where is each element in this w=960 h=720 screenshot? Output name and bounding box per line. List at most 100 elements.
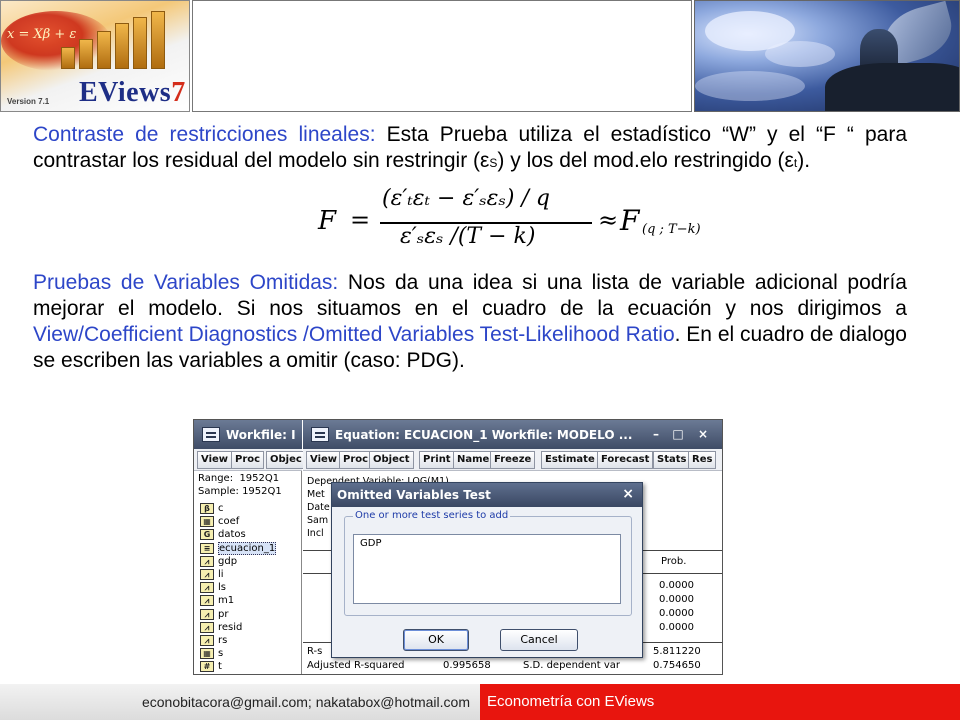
- wf-item-c[interactable]: βc: [198, 502, 302, 515]
- eviews-screenshot: Workfile: I View Proc Objec Range: 1952Q…: [193, 419, 723, 675]
- eq-included-partial: Incl: [307, 528, 324, 539]
- prob-value: 0.0000: [659, 622, 694, 633]
- wf-view-button[interactable]: View: [197, 451, 233, 469]
- vector-icon: ▦: [200, 516, 214, 528]
- close-icon[interactable]: ×: [694, 426, 712, 442]
- footer-course-title: Econometría con EViews: [480, 684, 960, 720]
- paragraph-omitted-variables: Pruebas de Variables Omitidas: Nos da un…: [33, 270, 907, 374]
- workfile-range-sample: Range: 1952Q1 Sample: 1952Q1: [198, 473, 282, 497]
- scalar-icon: #: [200, 661, 214, 673]
- wf-item-datos[interactable]: Gdatos: [198, 528, 302, 541]
- equation-window-icon: [311, 427, 329, 442]
- sd-dependent-value: 0.754650: [653, 660, 701, 671]
- eq-proc-button[interactable]: Proc: [339, 451, 373, 469]
- dialog-titlebar[interactable]: Omitted Variables Test ×: [332, 483, 642, 507]
- eq-sample-partial: Sam: [307, 515, 329, 526]
- formula-approx: ≈: [598, 206, 619, 234]
- header-blank-panel: [192, 0, 692, 112]
- coef-beta-icon: β: [200, 503, 214, 514]
- ok-button[interactable]: OK: [403, 629, 469, 651]
- eq-name-button[interactable]: Name: [453, 451, 494, 469]
- logo-version: Version 7.1: [7, 97, 50, 106]
- eq-forecast-button[interactable]: Forecast: [597, 451, 654, 469]
- prob-value: 0.0000: [659, 580, 694, 591]
- wf-item-pr[interactable]: ⩘ pr: [198, 608, 302, 621]
- wf-item-rs[interactable]: ⩘ rs: [198, 634, 302, 647]
- adj-rsq-value: 0.995658: [443, 660, 491, 671]
- cancel-button[interactable]: Cancel: [500, 629, 578, 651]
- formula-equals: =: [350, 206, 371, 234]
- workfile-title: Workfile: I: [226, 428, 296, 442]
- rsq-label: R-s: [307, 646, 323, 657]
- series-icon: ⩘: [200, 595, 214, 607]
- prob-header: Prob.: [661, 556, 687, 567]
- formula-lhs: F: [318, 206, 337, 236]
- test-series-label: One or more test series to add: [353, 510, 511, 521]
- formula-rhs-subscript: (q ; T−k): [642, 222, 701, 237]
- adj-rsq-label: Adjusted R-squared: [307, 660, 405, 671]
- wf-item-ecuacion-1[interactable]: ≡ ecuacion_1: [198, 541, 302, 555]
- equation-toolbar: View Proc Object Print Name Freeze Estim…: [303, 449, 722, 471]
- paragraph1-body-b: ) y los del mod.elo restringido (ε: [497, 149, 794, 172]
- logo-bars: [61, 9, 181, 69]
- eq-estimate-button[interactable]: Estimate: [541, 451, 599, 469]
- formula-numerator: (ε′ₜεₜ − ε′ₛεₛ) / q: [382, 186, 550, 211]
- rock-silhouette: [825, 63, 959, 111]
- dialog-close-icon[interactable]: ×: [622, 486, 634, 502]
- test-series-input[interactable]: GDP: [353, 534, 621, 604]
- wf-item-s[interactable]: ▦ s: [198, 647, 302, 660]
- wf-item-resid[interactable]: ⩘ resid: [198, 621, 302, 634]
- footer-emails: econobitacora@gmail.com; nakatabox@hotma…: [0, 684, 480, 720]
- eq-stats-button[interactable]: Stats: [653, 451, 691, 469]
- workfile-window-icon: [202, 427, 220, 442]
- series-icon: ⩘: [200, 621, 214, 633]
- workfile-object-list: βc ▦ coef Gdatos ≡ ecuacion_1 ⩘ gdp ⩘ li ⩘ ls…: [198, 502, 302, 673]
- series-icon: ⩘: [200, 555, 214, 567]
- wf-proc-button[interactable]: Proc: [231, 451, 265, 469]
- prob-value: 0.0000: [659, 608, 694, 619]
- header-fantasy-image: [694, 0, 960, 112]
- group-icon: G: [200, 529, 214, 541]
- eq-resids-button[interactable]: Res: [688, 451, 717, 469]
- logo-brand: EViews7: [79, 77, 186, 108]
- wf-item-m1[interactable]: ⩘ m1: [198, 594, 302, 607]
- sd-dependent-label: S.D. dependent var: [523, 660, 621, 671]
- wf-item-gdp[interactable]: ⩘ gdp: [198, 555, 302, 568]
- series-icon: ⩘: [200, 568, 214, 580]
- series-icon: ⩘: [200, 582, 214, 594]
- series-icon: ⩘: [200, 634, 214, 646]
- mean-dependent-value: 5.811220: [653, 646, 701, 657]
- eq-view-button[interactable]: View: [306, 451, 342, 469]
- series-icon: ⩘: [200, 608, 214, 620]
- dialog-title: Omitted Variables Test: [337, 488, 491, 502]
- maximize-icon[interactable]: □: [669, 426, 687, 442]
- paragraph2-title: Pruebas de Variables Omitidas:: [33, 271, 339, 294]
- f-statistic-formula: F = (ε′ₜεₜ − ε′ₛεₛ) / q ε′ₛεₛ /(T − k) ≈…: [314, 186, 704, 256]
- paragraph-linear-restrictions: Contraste de restricciones lineales: Est…: [33, 122, 907, 176]
- test-series-group: One or more test series to add GDP: [344, 510, 632, 616]
- eq-object-button[interactable]: Object: [369, 451, 414, 469]
- logo-formula: x = Xβ + ε: [7, 27, 77, 42]
- wf-object-button[interactable]: Objec: [266, 451, 306, 469]
- workfile-window: Workfile: I View Proc Objec Range: 1952Q…: [194, 420, 306, 674]
- eq-method-partial: Met: [307, 489, 325, 500]
- eviews-logo: x = Xβ + ε EViews7 Version 7.1: [0, 0, 190, 112]
- vector-icon: ▦: [200, 648, 214, 660]
- omitted-variables-dialog: Omitted Variables Test × One or more tes…: [331, 482, 643, 658]
- wf-item-ls[interactable]: ⩘ ls: [198, 581, 302, 594]
- equation-title: Equation: ECUACION_1 Workfile: MODELO ..…: [335, 428, 633, 442]
- menu-path-link: View/Coefficient Diagnostics /Omitted Va…: [33, 323, 675, 346]
- eq-date-partial: Date: [307, 502, 330, 513]
- prob-value: 0.0000: [659, 594, 694, 605]
- workfile-toolbar: View Proc Objec: [194, 449, 306, 471]
- formula-denominator: ε′ₛεₛ /(T − k): [400, 224, 536, 249]
- eq-print-button[interactable]: Print: [419, 451, 455, 469]
- minimize-icon[interactable]: –: [647, 426, 665, 442]
- equation-titlebar[interactable]: Equation: ECUACION_1 Workfile: MODELO ..…: [303, 420, 722, 449]
- wf-item-coef[interactable]: ▦ coef: [198, 515, 302, 528]
- eq-freeze-button[interactable]: Freeze: [490, 451, 536, 469]
- formula-rhs: F: [620, 204, 640, 237]
- wf-item-li[interactable]: ⩘ li: [198, 568, 302, 581]
- wf-item-t[interactable]: # t: [198, 660, 302, 673]
- workfile-titlebar[interactable]: Workfile: I: [194, 420, 302, 449]
